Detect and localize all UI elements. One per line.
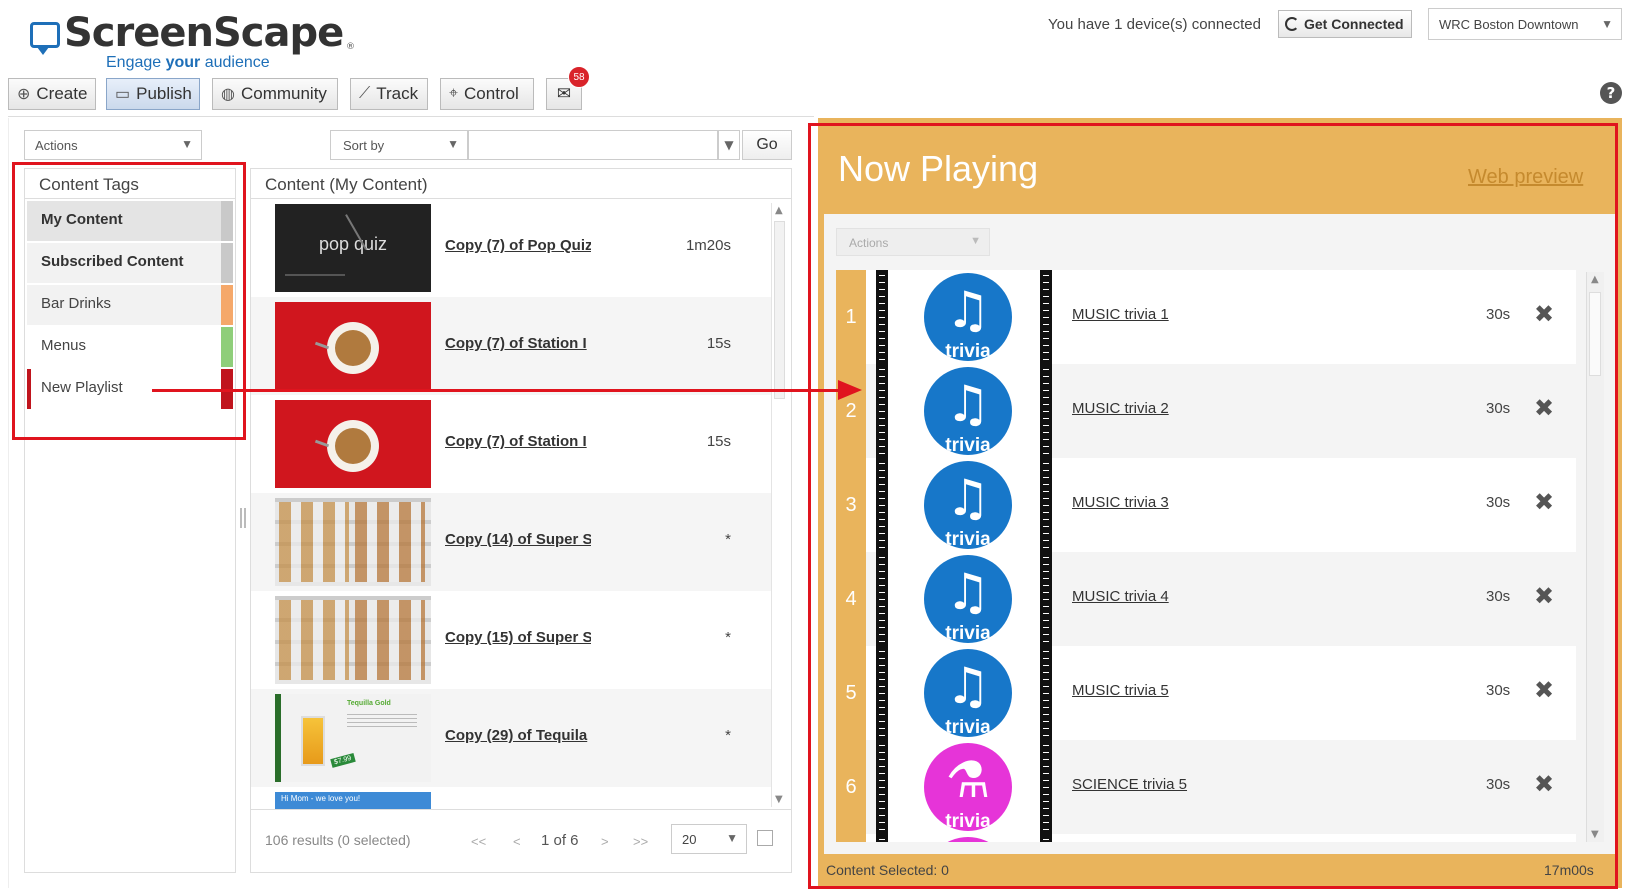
content-name-link[interactable]: Copy (15) of Super S — [445, 629, 591, 646]
content-row[interactable]: Copy (15) of Super S * — [251, 591, 771, 689]
search-input[interactable] — [468, 130, 718, 160]
content-thumbnail — [275, 498, 431, 586]
panel-splitter-handle[interactable] — [240, 508, 246, 528]
annotation-highlight-now-playing — [808, 123, 1618, 889]
content-name-link[interactable]: Copy (29) of Tequila — [445, 727, 591, 744]
nav-publish-label: Publish — [136, 84, 192, 103]
nav-track-button[interactable]: ⟋ Track — [350, 78, 428, 110]
annotation-arrow-line — [152, 389, 842, 392]
thumbnail-caption: Hi Mom - we love you! — [281, 794, 361, 803]
content-duration: 15s — [706, 433, 731, 450]
dropdown-arrow-icon: ▼ — [447, 137, 459, 151]
scroll-up-icon[interactable]: ▲ — [775, 205, 783, 216]
content-thumbnail — [275, 596, 431, 684]
content-thumbnail: Hi Mom - we love you! — [275, 792, 431, 809]
content-panel: Content (My Content) pop quiz Copy (7) o… — [250, 168, 792, 873]
search-dropdown-button[interactable]: ▼ — [718, 130, 740, 160]
content-name-link[interactable]: Copy (7) of Station I — [445, 433, 591, 450]
nav-create-button[interactable]: ⊕ Create — [8, 78, 96, 110]
content-scrollbar[interactable]: ▲ ▼ — [771, 203, 787, 807]
content-row[interactable]: Hi Mom - we love you! — [251, 787, 771, 809]
select-all-checkbox[interactable] — [757, 830, 773, 846]
results-count: 106 results (0 selected) — [265, 832, 411, 848]
annotation-arrow-head — [838, 380, 862, 400]
envelope-icon: ✉ — [556, 84, 572, 103]
actions-select[interactable]: Actions ▼ — [24, 130, 202, 160]
content-duration: * — [725, 629, 731, 646]
price-tag: $7.99 — [330, 753, 356, 768]
get-connected-label: Get Connected — [1304, 16, 1404, 32]
content-row[interactable]: Copy (7) of Station I 15s — [251, 297, 771, 395]
header-divider — [8, 116, 814, 117]
content-row[interactable]: Tequilla Gold $7.99 Copy (29) of Tequila… — [251, 689, 771, 787]
next-page-button[interactable]: > — [601, 834, 609, 849]
nav-publish-button[interactable]: ▭ Publish — [106, 78, 200, 110]
nav-control-label: Control — [464, 84, 519, 103]
monitor-icon: ▭ — [115, 86, 131, 103]
logo-tagline: Engage your audience — [106, 54, 270, 71]
location-select[interactable]: WRC Boston Downtown ▼ — [1428, 8, 1622, 40]
screenscape-logo[interactable]: ScreenScape Engage your audience ® — [28, 8, 358, 71]
content-thumbnail: Tequilla Gold $7.99 — [275, 694, 431, 782]
dropdown-arrow-icon: ▼ — [726, 831, 738, 845]
dropdown-arrow-icon: ▼ — [181, 137, 193, 151]
messages-count-badge: 58 — [568, 66, 590, 88]
content-panel-title: Content (My Content) — [251, 169, 791, 199]
page-indicator: 1 of 6 — [541, 832, 579, 849]
content-row[interactable]: Copy (14) of Super S * — [251, 493, 771, 591]
thumbnail-caption: pop quiz — [319, 234, 388, 254]
location-value: WRC Boston Downtown — [1439, 17, 1579, 32]
content-thumbnail: pop quiz — [275, 204, 431, 292]
chart-icon: ⟋ — [359, 85, 371, 102]
content-name-link[interactable]: Copy (14) of Super S — [445, 531, 591, 548]
content-list: pop quiz Copy (7) of Pop Quiz 1m20s Copy… — [251, 199, 771, 809]
prev-page-button[interactable]: < — [513, 834, 521, 849]
nav-track-label: Track — [376, 84, 419, 103]
help-icon[interactable]: ? — [1600, 82, 1622, 104]
refresh-icon — [1285, 17, 1299, 31]
globe-icon: ◍ — [221, 86, 235, 103]
sort-select[interactable]: Sort by ▼ — [330, 130, 468, 160]
speech-bubble-icon — [30, 22, 60, 55]
nav-community-button[interactable]: ◍ Community — [212, 78, 338, 110]
content-duration: * — [725, 727, 731, 744]
get-connected-button[interactable]: Get Connected — [1278, 10, 1412, 38]
thumbnail-caption: Tequilla Gold — [347, 700, 391, 707]
nav-control-button[interactable]: ⌖ Control — [440, 78, 534, 110]
plus-circle-icon: ⊕ — [17, 86, 31, 103]
content-row[interactable]: pop quiz Copy (7) of Pop Quiz 1m20s — [251, 199, 771, 297]
annotation-highlight-tags — [12, 162, 246, 440]
sort-label: Sort by — [343, 138, 385, 153]
go-button[interactable]: Go — [742, 130, 792, 160]
content-name-link[interactable]: Copy (7) of Pop Quiz — [445, 237, 591, 254]
last-page-button[interactable]: >> — [633, 834, 648, 849]
content-duration: * — [725, 531, 731, 548]
content-thumbnail — [275, 400, 431, 488]
pagination-bar: 106 results (0 selected) << < 1 of 6 > >… — [251, 809, 791, 873]
page-size-value: 20 — [682, 832, 697, 847]
logo-name: ScreenScape — [64, 10, 344, 56]
dropdown-arrow-icon: ▼ — [1601, 17, 1613, 31]
content-duration: 1m20s — [685, 237, 731, 254]
actions-label: Actions — [35, 138, 78, 153]
scroll-down-icon[interactable]: ▼ — [775, 794, 783, 805]
devices-status: You have 1 device(s) connected — [1048, 16, 1261, 33]
content-name-link[interactable]: Copy (7) of Station I — [445, 335, 591, 352]
nav-community-label: Community — [240, 84, 327, 103]
app-header: ScreenScape Engage your audience ® You h… — [0, 0, 1626, 120]
content-thumbnail — [275, 302, 431, 390]
remote-icon: ⌖ — [449, 85, 459, 102]
nav-create-label: Create — [36, 84, 88, 103]
content-row[interactable]: Copy (7) of Station I 15s — [251, 395, 771, 493]
registered-mark: ® — [346, 42, 355, 52]
content-duration: 15s — [706, 335, 731, 352]
scrollbar-thumb[interactable] — [774, 221, 785, 399]
first-page-button[interactable]: << — [471, 834, 486, 849]
page-size-select[interactable]: 20 ▼ — [671, 824, 747, 854]
